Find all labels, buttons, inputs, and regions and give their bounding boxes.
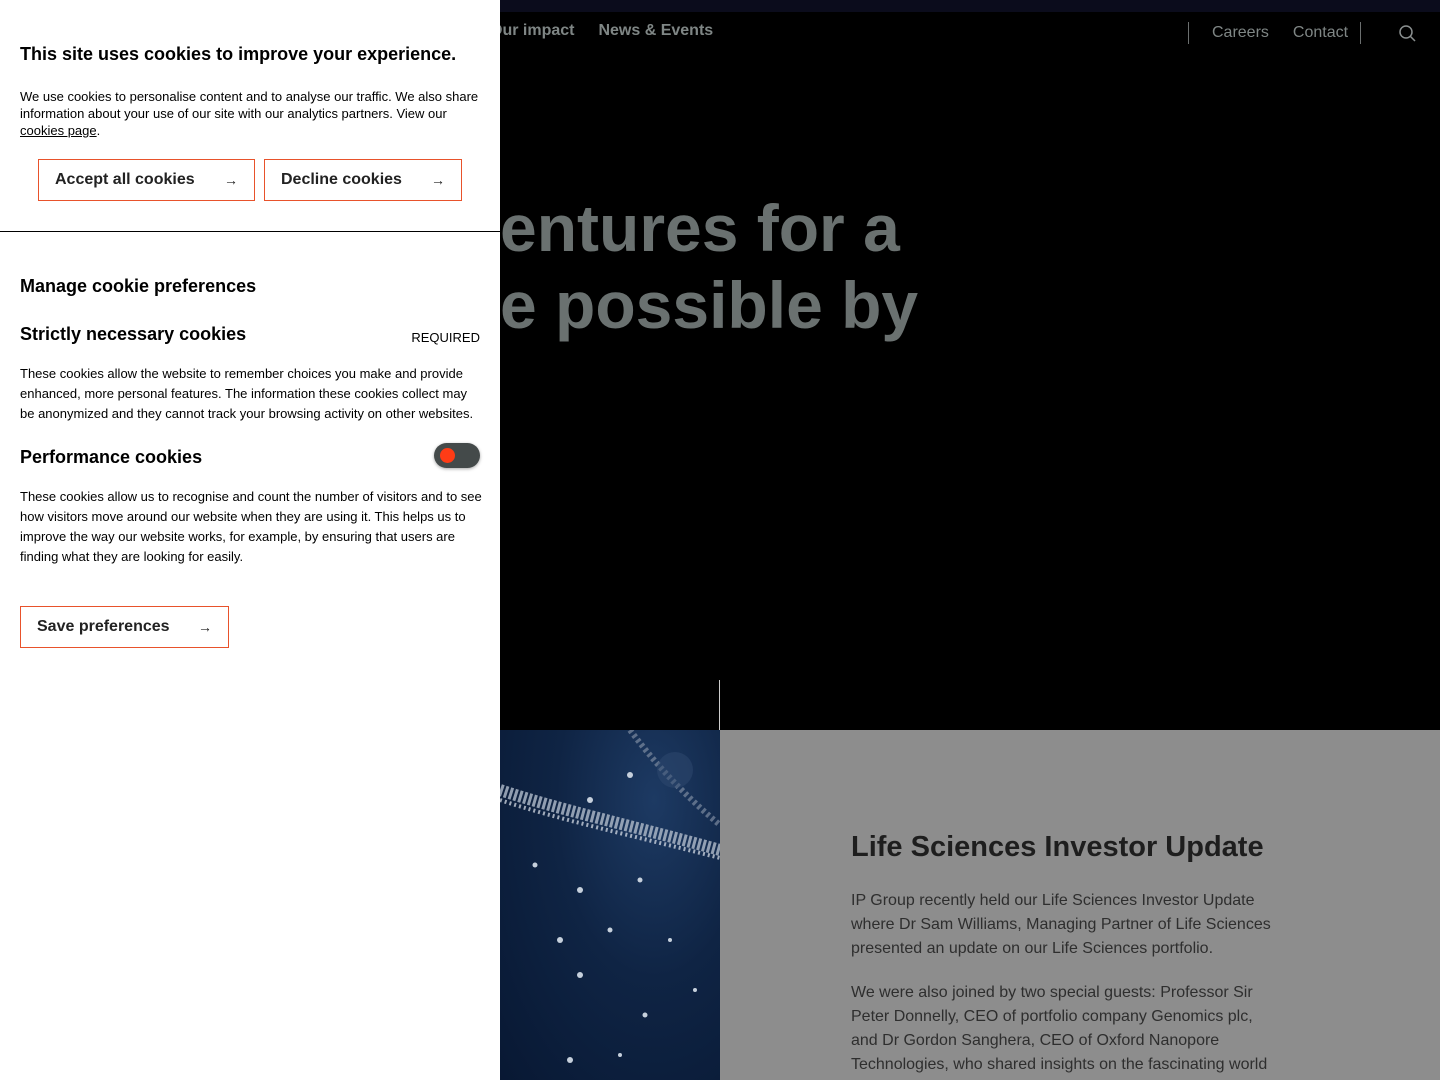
cookie-banner-title: This site uses cookies to improve your e… [20, 44, 457, 64]
required-badge: REQUIRED [411, 330, 480, 345]
news-image [500, 730, 720, 1080]
nav-link-contact[interactable]: Contact [1293, 24, 1348, 42]
performance-cookies-description: These cookies allow us to recognise and … [20, 489, 482, 564]
cookie-divider [0, 231, 500, 232]
nav-item-news-events[interactable]: News & Events [598, 22, 713, 40]
arrow-right-icon: → [198, 619, 212, 635]
accept-all-cookies-label: Accept all cookies [55, 171, 195, 188]
save-preferences-button[interactable]: Save preferences → [20, 606, 229, 648]
news-card: Life Sciences Investor Update IP Group r… [720, 730, 1440, 1080]
strict-cookies-title: Strictly necessary cookies [20, 324, 247, 344]
arrow-right-icon: → [431, 172, 445, 188]
hero-title: entures for a e possible by [500, 190, 918, 344]
cookie-intro-body: We use cookies to personalise content an… [20, 89, 479, 121]
toggle-knob [440, 448, 455, 463]
search-button[interactable] [1396, 22, 1418, 44]
nav-item-our-impact[interactable]: Our impact [490, 22, 574, 40]
decline-cookies-label: Decline cookies [281, 171, 402, 188]
cookies-page-link[interactable]: cookies page [20, 123, 97, 138]
cookie-intro-end: . [96, 123, 101, 138]
cookie-banner: This site uses cookies to improve your e… [0, 0, 500, 1080]
decline-cookies-button[interactable]: Decline cookies → [264, 159, 462, 201]
accept-all-cookies-button[interactable]: Accept all cookies → [38, 159, 255, 201]
nav-divider [1188, 22, 1189, 44]
search-icon [1399, 25, 1416, 42]
performance-cookies-toggle[interactable] [434, 443, 480, 468]
cookie-intro-text: We use cookies to personalise content an… [20, 88, 485, 139]
nav-link-careers[interactable]: Careers [1212, 24, 1269, 42]
nav-divider [1360, 22, 1362, 44]
news-paragraph-1: IP Group recently held our Life Sciences… [851, 892, 1271, 957]
news-paragraph-2: We were also joined by two special guest… [851, 984, 1268, 1073]
news-title[interactable]: Life Sciences Investor Update [851, 831, 1264, 864]
arrow-right-icon: → [224, 172, 238, 188]
hero-title-line-1: entures for a [500, 191, 900, 265]
main-nav: Our impact News & Events [490, 22, 713, 40]
save-preferences-label: Save preferences [37, 618, 170, 635]
manage-preferences-title: Manage cookie preferences [20, 276, 257, 296]
hero-title-line-2: e possible by [500, 268, 919, 342]
performance-cookies-title: Performance cookies [20, 447, 203, 467]
strict-cookies-description: These cookies allow the website to remem… [20, 366, 474, 421]
utility-nav: Careers Contact [1188, 22, 1362, 44]
molecule-illustration [500, 730, 720, 1063]
